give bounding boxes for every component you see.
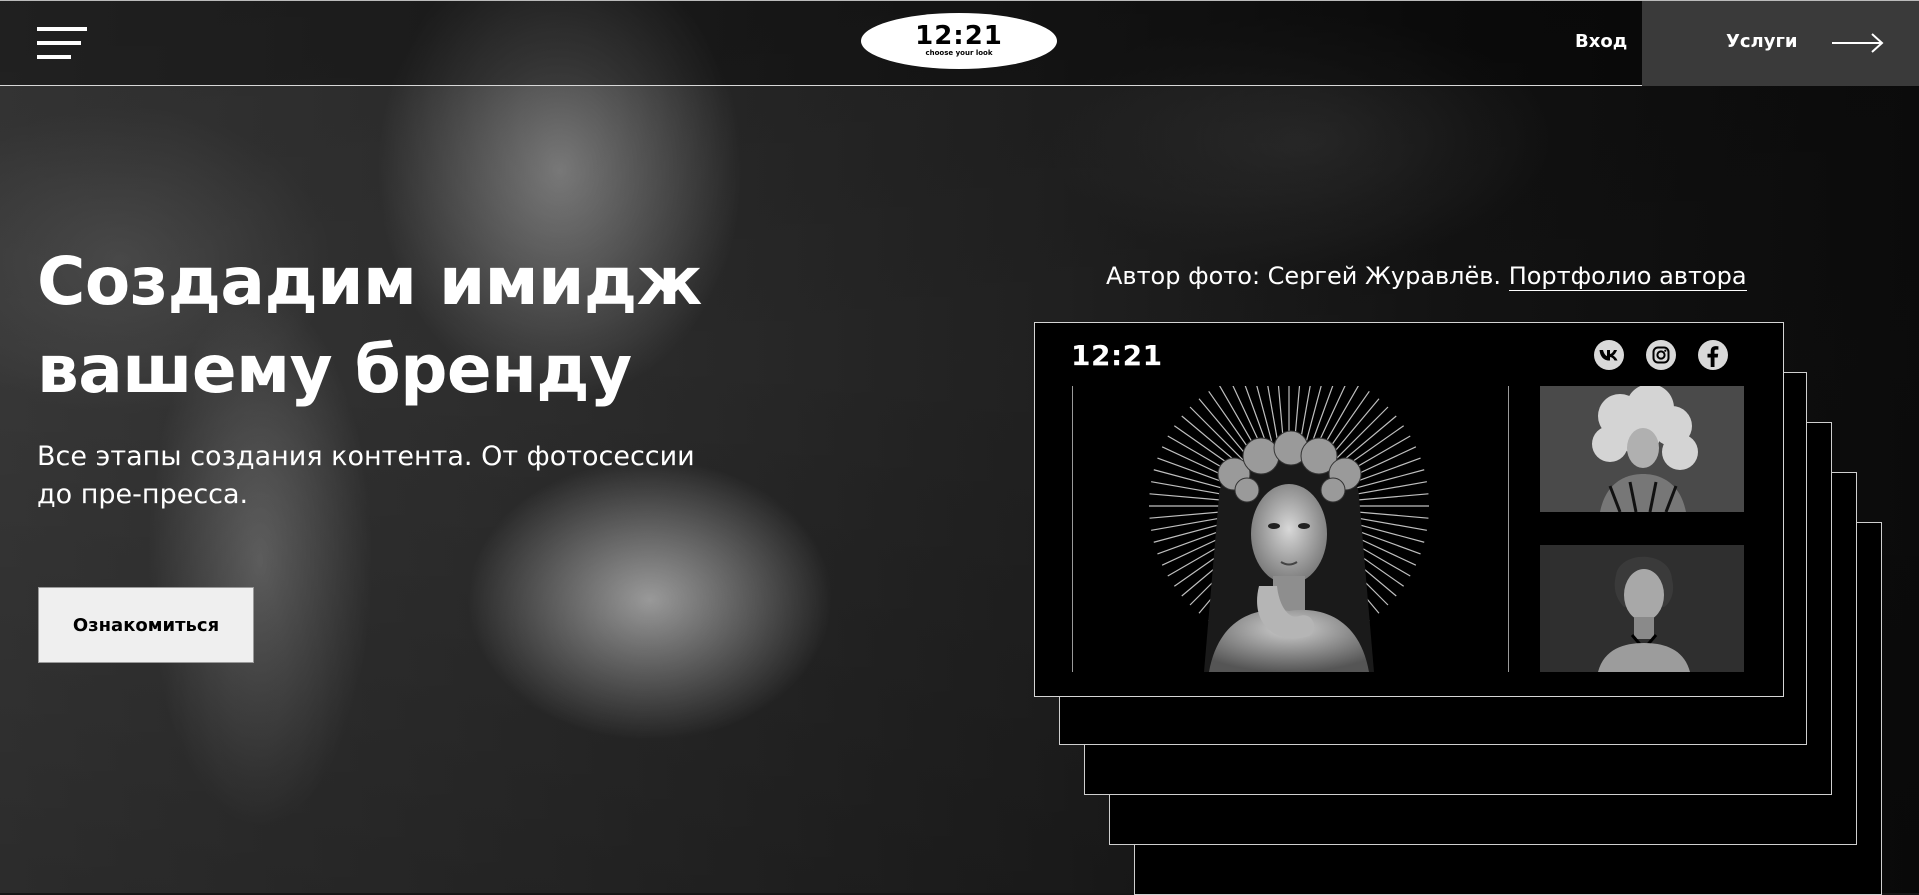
- portfolio-preview-card: 12:21: [1034, 322, 1784, 697]
- portrait-illustration: [1149, 386, 1429, 672]
- author-portfolio-link[interactable]: Портфолио автора: [1508, 262, 1747, 291]
- menu-icon[interactable]: [37, 27, 87, 61]
- vk-icon[interactable]: [1593, 339, 1625, 371]
- hero-subtitle: Все этапы создания контента. От фотосесс…: [37, 438, 757, 514]
- services-label: Услуги: [1726, 31, 1798, 52]
- hero-title-line-1: Создадим имидж: [37, 243, 702, 320]
- site-logo[interactable]: 12:21 choose your look: [861, 13, 1057, 69]
- thumbnail-photo-1[interactable]: [1540, 386, 1744, 512]
- photo-credit-text: Автор фото: Сергей Журавлёв.: [1106, 262, 1502, 290]
- card-divider-left: [1072, 386, 1073, 672]
- main-portrait-photo[interactable]: [1149, 386, 1429, 672]
- hero-subtitle-line-1: Все этапы создания контента. От фотосесс…: [37, 441, 695, 472]
- learn-more-button[interactable]: Ознакомиться: [38, 587, 254, 663]
- card-logo: 12:21: [1071, 339, 1163, 372]
- login-link[interactable]: Вход: [1575, 31, 1627, 52]
- hero-title: Создадим имидж вашему бренду: [37, 238, 777, 414]
- hero-title-line-2: вашему бренду: [37, 331, 632, 408]
- thumbnail-illustration-1: [1540, 386, 1744, 512]
- card-divider-right: [1508, 386, 1509, 672]
- arrow-right-icon: [1832, 33, 1884, 53]
- thumbnail-illustration-2: [1540, 545, 1744, 672]
- services-button[interactable]: Услуги: [1642, 1, 1919, 86]
- logo-text: 12:21: [915, 21, 1003, 51]
- hero-subtitle-line-2: до пре-пресса.: [37, 479, 249, 510]
- logo-tagline: choose your look: [925, 49, 993, 57]
- facebook-icon[interactable]: [1697, 339, 1729, 371]
- site-header: 12:21 choose your look Вход Услуги: [0, 0, 1919, 86]
- thumbnail-photo-2[interactable]: [1540, 545, 1744, 672]
- instagram-icon[interactable]: [1645, 339, 1677, 371]
- photo-credit: Автор фото: Сергей Журавлёв. Портфолио а…: [1106, 262, 1747, 291]
